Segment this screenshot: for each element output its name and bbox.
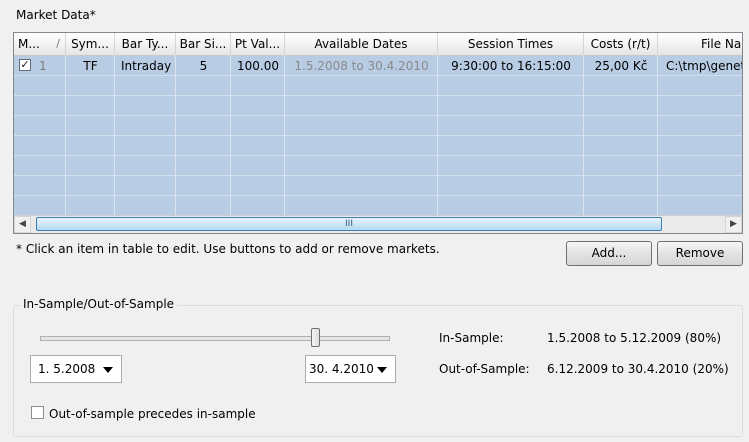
column-header-file-name[interactable]: File Na <box>658 33 742 55</box>
column-header-bar-type[interactable]: Bar Ty... <box>115 33 176 55</box>
precedes-label[interactable]: Out-of-sample precedes in-sample <box>49 407 256 421</box>
empty-row <box>14 196 742 216</box>
column-header-pt-value[interactable]: Pt Val... <box>231 33 285 55</box>
end-date-picker[interactable]: 30. 4.2010 <box>305 355 396 383</box>
end-date-value: 30. 4.2010 <box>309 362 374 376</box>
remove-market-button[interactable]: Remove <box>657 241 743 266</box>
sample-slider-thumb[interactable] <box>311 328 320 347</box>
cell-session-times[interactable]: 9:30:00 to 16:15:00 <box>438 56 584 76</box>
precedes-checkbox[interactable] <box>31 406 44 419</box>
table-header: M... / Sym... Bar Ty... Bar Si... Pt Val… <box>14 33 742 56</box>
cell-available-dates[interactable]: 1.5.2008 to 30.4.2010 <box>285 56 438 76</box>
column-header-costs[interactable]: Costs (r/t) <box>584 33 658 55</box>
market-data-title: Market Data* <box>16 8 96 22</box>
start-date-value: 1. 5.2008 <box>38 362 96 376</box>
cell-pt-value[interactable]: 100.00 <box>231 56 285 76</box>
add-market-button[interactable]: Add... <box>566 241 652 266</box>
empty-row <box>14 136 742 156</box>
scroll-thumb[interactable]: III <box>36 217 662 231</box>
market-data-table[interactable]: M... / Sym... Bar Ty... Bar Si... Pt Val… <box>13 32 743 234</box>
cell-symbol[interactable]: TF <box>66 56 115 76</box>
sample-group-label: In-Sample/Out-of-Sample <box>20 297 178 311</box>
column-header-m[interactable]: M... / <box>14 33 66 55</box>
chevron-down-icon[interactable] <box>377 367 387 373</box>
empty-row <box>14 96 742 116</box>
column-header-available-dates[interactable]: Available Dates <box>285 33 438 55</box>
empty-row <box>14 76 742 96</box>
column-header-bar-size[interactable]: Bar Si... <box>176 33 231 55</box>
row-checkbox[interactable]: ✓ <box>19 59 31 71</box>
chevron-down-icon[interactable] <box>103 367 113 373</box>
start-date-picker[interactable]: 1. 5.2008 <box>30 355 122 383</box>
table-hint: * Click an item in table to edit. Use bu… <box>16 242 440 256</box>
table-row[interactable]: ✓ 1 TF Intraday 5 100.00 1.5.2008 to 30.… <box>14 56 742 76</box>
column-header-session-times[interactable]: Session Times <box>438 33 584 55</box>
out-of-sample-label: Out-of-Sample: <box>439 362 530 376</box>
cell-bar-size[interactable]: 5 <box>176 56 231 76</box>
column-header-symbol[interactable]: Sym... <box>66 33 115 55</box>
empty-row <box>14 176 742 196</box>
cell-bar-type[interactable]: Intraday <box>115 56 176 76</box>
empty-row <box>14 156 742 176</box>
in-sample-value: 1.5.2008 to 5.12.2009 (80%) <box>547 331 722 345</box>
column-header-m-label: M... <box>18 37 40 51</box>
horizontal-scrollbar[interactable]: ◀ III ▶ <box>14 215 742 233</box>
in-sample-label: In-Sample: <box>439 331 504 345</box>
out-of-sample-value: 6.12.2009 to 30.4.2010 (20%) <box>547 362 729 376</box>
row-index: 1 <box>39 59 47 73</box>
sort-indicator-icon: / <box>56 37 60 50</box>
cell-costs[interactable]: 25,00 Kč <box>584 56 658 76</box>
empty-row <box>14 116 742 136</box>
scroll-grip-icon: III <box>345 219 353 229</box>
row-select-cell[interactable]: ✓ 1 <box>14 56 66 76</box>
cell-file-name[interactable]: C:\tmp\genet <box>658 56 742 76</box>
scroll-left-icon[interactable]: ◀ <box>14 216 31 233</box>
sample-slider-track[interactable] <box>40 336 390 341</box>
scroll-right-icon[interactable]: ▶ <box>725 216 742 233</box>
